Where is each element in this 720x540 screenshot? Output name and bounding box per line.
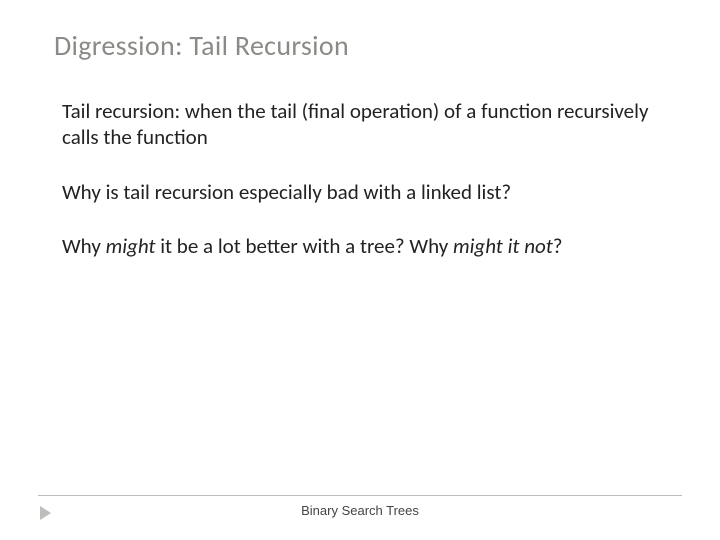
bullet-text: Why might it be a lot better with a tree… (62, 233, 680, 259)
list-item: Why is tail recursion especially bad wit… (40, 179, 680, 205)
bullet-text: Why is tail recursion especially bad wit… (62, 179, 680, 205)
text-run: Why (62, 233, 106, 259)
list-item: Why might it be a lot better with a tree… (40, 233, 680, 259)
text-emphasis: might it not (453, 233, 553, 259)
slide-body: Tail recursion: when the tail (final ope… (40, 98, 680, 287)
list-item: Tail recursion: when the tail (final ope… (40, 98, 680, 151)
slide-title: Digression: Tail Recursion (54, 28, 349, 63)
divider (38, 495, 682, 496)
text-run: ? (553, 233, 563, 259)
text-run: it be a lot better with a tree? Why (155, 233, 453, 259)
bullet-icon (40, 179, 62, 184)
footer-label: Binary Search Trees (0, 503, 720, 518)
text-emphasis: might (106, 233, 156, 259)
bullet-icon (40, 98, 62, 103)
bullet-text: Tail recursion: when the tail (final ope… (62, 98, 680, 151)
bullet-icon (40, 233, 62, 238)
